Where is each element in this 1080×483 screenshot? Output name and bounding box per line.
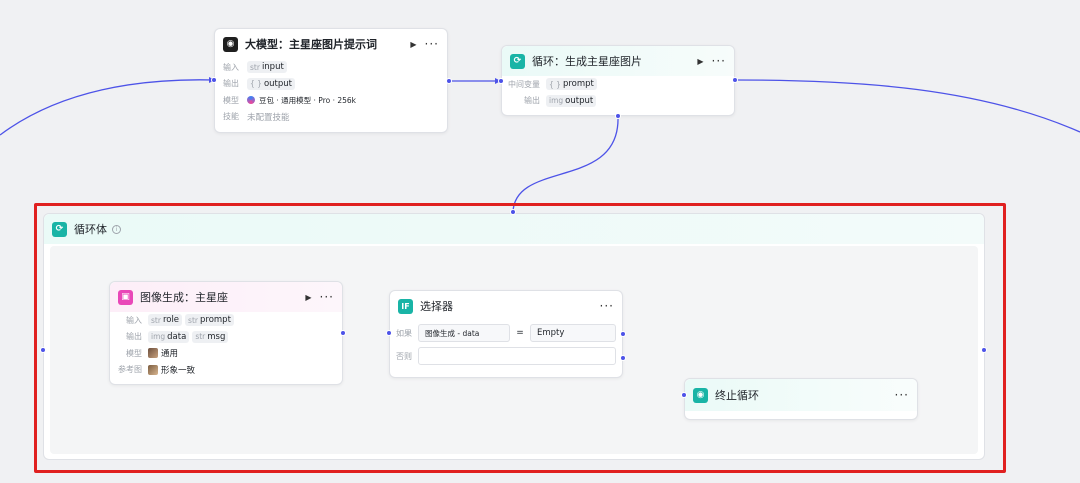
llm-output-row: 输出 { } output — [215, 76, 447, 93]
more-icon[interactable]: ··· — [712, 54, 726, 68]
play-icon[interactable]: ▶ — [410, 40, 416, 49]
llm-skill-row: 技能 未配置技能 — [223, 112, 290, 123]
loop-node-header: ⟳ 循环：生成主星座图片 ▶ ··· — [502, 46, 734, 76]
llm-node-header: ◉ 大模型：主星座图片提示词 ▶ ··· — [215, 29, 447, 59]
loop-out-port[interactable] — [732, 77, 738, 83]
input-tag: str input — [247, 61, 287, 74]
llm-skill-value: 未配置技能 — [247, 112, 290, 123]
loop-body-port[interactable] — [615, 113, 621, 119]
highlight-annotation-box — [34, 203, 1006, 473]
loop-in-port[interactable] — [498, 78, 504, 84]
wire-loop-to-end — [735, 79, 1080, 133]
doubao-logo-icon — [247, 96, 255, 105]
more-icon[interactable]: ··· — [425, 37, 439, 51]
llm-model-row: 模型 豆包 · 通用模型 · Pro · 256k — [223, 95, 357, 105]
wire-loop-to-body — [512, 116, 619, 213]
llm-model-value: 豆包 · 通用模型 · Pro · 256k — [259, 95, 357, 105]
llm-in-port[interactable] — [211, 77, 217, 83]
loop-icon: ⟳ — [510, 53, 525, 69]
play-icon[interactable]: ▶ — [697, 57, 703, 66]
prompt-var-tag: { } prompt — [546, 78, 597, 91]
llm-node[interactable]: ◉ 大模型：主星座图片提示词 ▶ ··· 输入 str input 输出 { } o… — [214, 28, 448, 133]
llm-input-row: 输入 str input — [215, 59, 447, 76]
loop-output-tag: img output — [546, 94, 597, 107]
loop-node[interactable]: ⟳ 循环：生成主星座图片 ▶ ··· 中间变量 { } prompt 输出 img… — [501, 45, 735, 116]
loop-node-title: 循环：生成主星座图片 — [532, 55, 642, 68]
output-tag: { } output — [247, 77, 295, 90]
llm-node-title: 大模型：主星座图片提示词 — [245, 38, 377, 51]
llm-out-port[interactable] — [446, 78, 452, 84]
wire-start-to-llm — [0, 79, 216, 136]
loop-var-row: 中间变量 { } prompt — [502, 76, 734, 93]
loop-output-row: 输出 img output — [502, 93, 734, 110]
llm-icon: ◉ — [223, 36, 238, 52]
